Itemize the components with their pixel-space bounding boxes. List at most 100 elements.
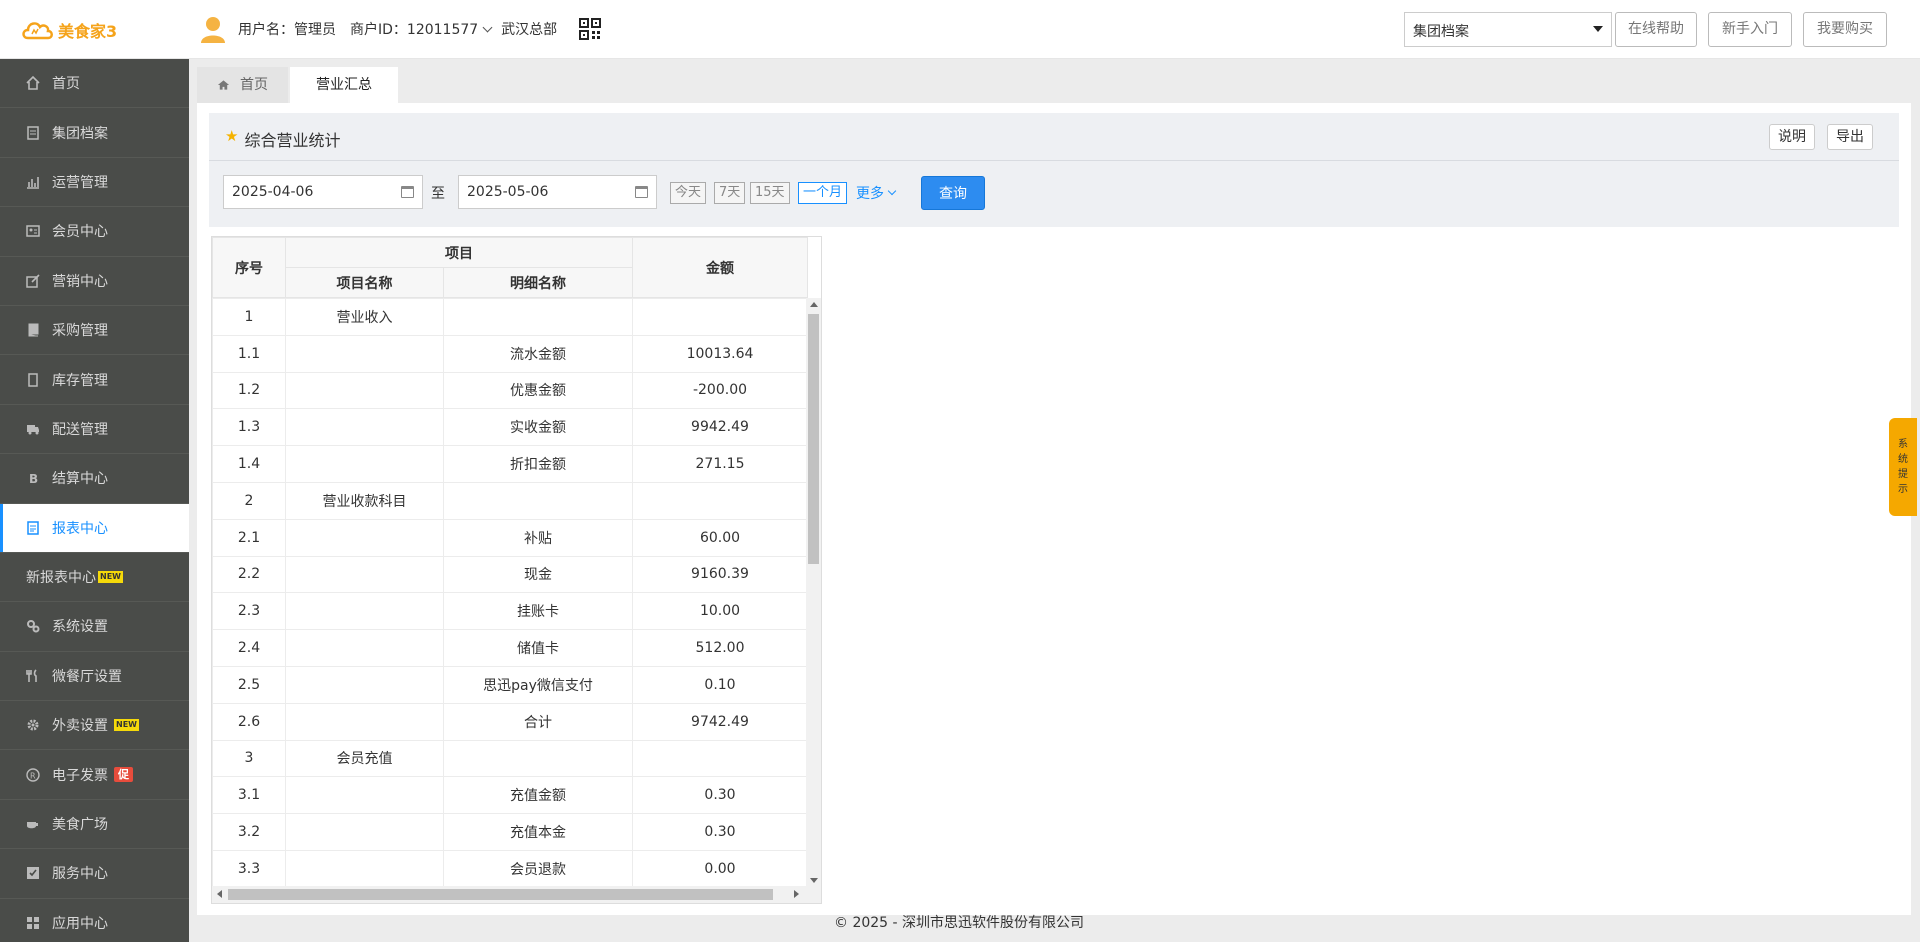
quick-15days-button[interactable]: 15天 (750, 182, 790, 204)
query-button[interactable]: 查询 (921, 176, 985, 210)
gear-icon (27, 719, 39, 731)
vertical-scrollbar[interactable] (806, 298, 821, 887)
calendar-icon[interactable] (401, 186, 414, 198)
home-icon (26, 76, 40, 90)
caret-down-icon (1593, 26, 1603, 32)
logo[interactable]: 美食家3 (20, 16, 117, 44)
sidebar-item-service-center[interactable]: 服务中心 (0, 849, 189, 899)
sidebar-item-settlement[interactable]: B 结算中心 (0, 454, 189, 504)
sidebar-item-purchasing[interactable]: 采购管理 (0, 306, 189, 356)
beginner-guide-button[interactable]: 新手入门 (1708, 12, 1792, 47)
gears-icon (27, 620, 40, 633)
merchant-id-dropdown[interactable]: 商户ID：12011577 (350, 19, 478, 39)
cell-amount: 9942.49 (632, 408, 807, 447)
table-row: 2.1 补贴 60.00 (212, 518, 807, 557)
scrollbar-thumb[interactable] (228, 889, 773, 900)
quick-7days-button[interactable]: 7天 (714, 182, 746, 204)
calendar-icon[interactable] (635, 186, 648, 198)
cell-name (285, 665, 444, 704)
horizontal-scrollbar[interactable] (212, 886, 821, 903)
table-row: 3.2 充值本金 0.30 (212, 813, 807, 851)
page-title-text: 综合营业统计 (244, 131, 341, 150)
cell-name: 会员充值 (285, 739, 444, 778)
cell-amount: 0.10 (632, 665, 807, 704)
table-row: 3 会员充值 (212, 739, 807, 778)
table-row: 2.2 现金 9160.39 (212, 555, 807, 594)
sidebar-item-group-archive[interactable]: 集团档案 (0, 108, 189, 158)
tab-home[interactable]: 首页 (197, 67, 288, 103)
cell-detail (443, 739, 633, 778)
sidebar-item-label: 库存管理 (52, 372, 108, 389)
report-icon (27, 520, 39, 535)
scroll-down-icon[interactable] (810, 878, 818, 883)
sidebar-item-operations[interactable]: 运营管理 (0, 158, 189, 208)
cell-amount: 0.00 (632, 849, 807, 887)
scroll-up-icon[interactable] (810, 302, 818, 307)
quick-today-button[interactable]: 今天 (670, 182, 707, 204)
table-row: 2.3 挂账卡 10.00 (212, 592, 807, 631)
cell-name (285, 813, 444, 851)
more-dropdown[interactable]: 更多 (856, 183, 897, 203)
qr-code-icon[interactable] (579, 18, 602, 40)
export-button[interactable]: 导出 (1827, 124, 1873, 150)
archive-select[interactable]: 集团档案 (1404, 12, 1612, 47)
cell-index: 1.4 (212, 445, 286, 483)
table-row: 2.4 储值卡 512.00 (212, 629, 807, 667)
cell-name (285, 776, 444, 815)
bitcoin-icon: B (29, 472, 38, 485)
sidebar-item-inventory[interactable]: 库存管理 (0, 355, 189, 405)
system-tip-tab[interactable]: 系 统 提 示 (1889, 418, 1917, 516)
bar-chart-icon (27, 176, 39, 189)
sidebar-item-new-reports[interactable]: 新报表中心 NEW (0, 553, 189, 603)
cell-index: 3.2 (212, 813, 286, 851)
sidebar-item-reports[interactable]: 报表中心 (0, 503, 189, 553)
cell-name (285, 702, 444, 741)
start-date-input[interactable]: 2025-04-06 (223, 175, 423, 209)
tip-char: 统 (1898, 454, 1908, 465)
sidebar-item-members[interactable]: 会员中心 (0, 207, 189, 257)
scroll-left-icon[interactable] (217, 890, 222, 898)
sidebar-item-delivery[interactable]: 配送管理 (0, 405, 189, 455)
purchase-button[interactable]: 我要购买 (1803, 12, 1887, 47)
user-avatar-icon[interactable] (200, 15, 226, 43)
header-index: 序号 (212, 237, 286, 298)
online-help-button[interactable]: 在线帮助 (1615, 12, 1697, 47)
cell-name (285, 371, 444, 410)
chevron-down-icon[interactable] (482, 22, 493, 32)
cell-name (285, 518, 444, 557)
sidebar-item-food-plaza[interactable]: 美食广场 (0, 800, 189, 850)
scrollbar-thumb[interactable] (808, 314, 819, 564)
chevron-down-icon (887, 186, 897, 196)
table-body-scroll[interactable]: 1 营业收入 1.1 流水金额 10013.64 1.2 优惠金额 -200.00 1.3 实收金… (212, 298, 807, 887)
sidebar-item-e-invoice[interactable]: R 电子发票 促 (0, 750, 189, 800)
sidebar-item-takeout-settings[interactable]: 外卖设置 NEW (0, 701, 189, 751)
table-header: 序号 项目 金额 项目名称 明细名称 (212, 237, 808, 298)
start-date-value: 2025-04-06 (232, 184, 314, 200)
cell-detail: 补贴 (443, 518, 633, 557)
table-row: 1.1 流水金额 10013.64 (212, 334, 807, 373)
top-bar: 美食家3 用户名：管理员 商户ID：12011577 武汉总部 集团档案 在线帮… (0, 0, 1920, 59)
cell-detail: 充值本金 (443, 813, 633, 851)
table-row: 3.3 会员退款 0.00 (212, 849, 807, 887)
cell-amount: 271.15 (632, 445, 807, 483)
explain-button[interactable]: 说明 (1769, 124, 1815, 150)
tab-business-summary[interactable]: 营业汇总 (290, 67, 398, 103)
end-date-input[interactable]: 2025-05-06 (458, 175, 657, 209)
svg-text:B: B (29, 472, 38, 485)
cell-index: 1.1 (212, 334, 286, 373)
footer-copyright: © 2025 - 深圳市思迅软件股份有限公司 (834, 915, 1085, 931)
sidebar-item-app-center[interactable]: 应用中心 (0, 899, 189, 942)
registered-icon: R (26, 767, 40, 782)
scroll-right-icon[interactable] (794, 890, 799, 898)
cell-detail: 合计 (443, 702, 633, 741)
coffee-icon (27, 822, 38, 829)
quick-one-month-button[interactable]: 一个月 (798, 182, 848, 204)
sidebar-item-system-settings[interactable]: 系统设置 (0, 602, 189, 652)
cell-index: 1 (212, 298, 286, 336)
sidebar-item-home[interactable]: 首页 (0, 59, 189, 109)
sidebar-item-marketing[interactable]: 营销中心 (0, 257, 189, 306)
logo-text: 美食家3 (58, 22, 118, 41)
cell-detail: 折扣金额 (443, 445, 633, 483)
cell-name (285, 629, 444, 667)
sidebar-item-micro-restaurant[interactable]: 微餐厅设置 (0, 652, 189, 702)
